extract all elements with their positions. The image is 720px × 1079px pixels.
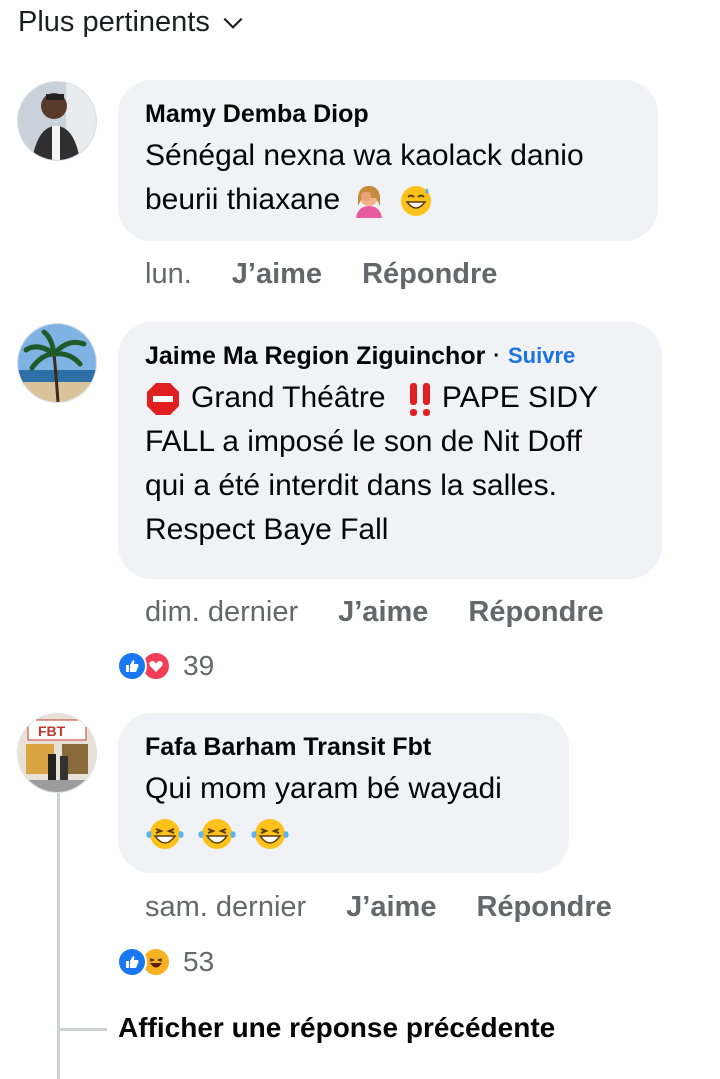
comment-author[interactable]: Fafa Barham Transit Fbt	[145, 731, 543, 763]
comment-author[interactable]: Jaime Ma Region Ziguinchor	[145, 340, 485, 372]
laughing-tears-emoji	[251, 819, 289, 850]
like-icon	[117, 947, 147, 977]
comment-bubble: Fafa Barham Transit Fbt Qui mom yaram bé…	[118, 713, 569, 873]
comment-bubble: Mamy Demba Diop Sénégal nexna wa kaolack…	[118, 80, 658, 241]
show-previous-reply-link[interactable]: Afficher une réponse précédente	[118, 1012, 555, 1044]
like-icon	[117, 651, 147, 681]
reaction-summary[interactable]: 53	[117, 946, 214, 978]
sort-dropdown[interactable]: Plus pertinents	[18, 6, 246, 39]
chevron-down-icon	[223, 17, 243, 29]
comment-text: Sénégal nexna wa kaolack danio beurii th…	[145, 134, 632, 222]
comment-line: Grand Théâtre	[191, 381, 386, 414]
comment-line: qui a été interdit dans la salles.	[145, 469, 557, 502]
avatar-photo	[18, 324, 96, 402]
comment-time[interactable]: dim. dernier	[145, 596, 298, 629]
thread-line	[57, 790, 60, 1079]
reply-button[interactable]: Répondre	[362, 258, 497, 291]
reply-button[interactable]: Répondre	[468, 596, 603, 629]
avatar-photo: FBT	[18, 714, 96, 792]
comment-actions: sam. dernier J’aime Répondre	[145, 891, 652, 924]
comment-actions: lun. J’aime Répondre	[145, 258, 537, 291]
comment-author[interactable]: Mamy Demba Diop	[145, 98, 632, 130]
like-button[interactable]: J’aime	[346, 891, 436, 924]
separator-dot: ·	[493, 345, 500, 367]
comment-time[interactable]: lun.	[145, 258, 192, 291]
laughing-tears-emoji	[146, 819, 184, 850]
comment-line: beurii thiaxane	[145, 183, 341, 216]
comment-line: Sénégal nexna wa kaolack danio	[145, 139, 584, 172]
sort-label: Plus pertinents	[18, 6, 210, 38]
stop-sign-emoji	[147, 383, 179, 416]
avatar[interactable]	[17, 81, 97, 161]
reply-button[interactable]: Répondre	[476, 891, 611, 924]
like-button[interactable]: J’aime	[232, 258, 322, 291]
comment-actions: dim. dernier J’aime Répondre	[145, 596, 644, 629]
reaction-count: 53	[183, 946, 215, 977]
follow-button[interactable]: Suivre	[508, 340, 575, 372]
comment-line: Qui mom yaram bé wayadi	[145, 772, 502, 805]
avatar[interactable]	[17, 323, 97, 403]
reaction-count: 39	[183, 650, 215, 681]
avatar-photo	[18, 82, 96, 160]
comment-text: Qui mom yaram bé wayadi	[145, 767, 543, 855]
like-button[interactable]: J’aime	[338, 596, 428, 629]
comment-time[interactable]: sam. dernier	[145, 891, 306, 924]
comment-text: Grand Théâtre PAPE SIDY FALL a imposé le…	[145, 376, 636, 552]
svg-text:FBT: FBT	[38, 723, 66, 739]
comment-line: PAPE SIDY	[441, 381, 599, 414]
comment-line: FALL a imposé le son de Nit Doff	[145, 425, 582, 458]
grinning-sweat-emoji	[400, 186, 431, 217]
reaction-summary[interactable]: 39	[117, 650, 214, 682]
thread-branch	[57, 1028, 107, 1031]
avatar[interactable]: FBT	[17, 713, 97, 793]
double-exclamation-emoji	[409, 383, 430, 417]
laughing-tears-emoji	[198, 819, 236, 850]
comment-bubble: Jaime Ma Region Ziguinchor · Suivre Gran…	[118, 322, 662, 579]
comment-line: Respect Baye Fall	[145, 513, 389, 546]
facepalm-emoji	[356, 186, 383, 219]
